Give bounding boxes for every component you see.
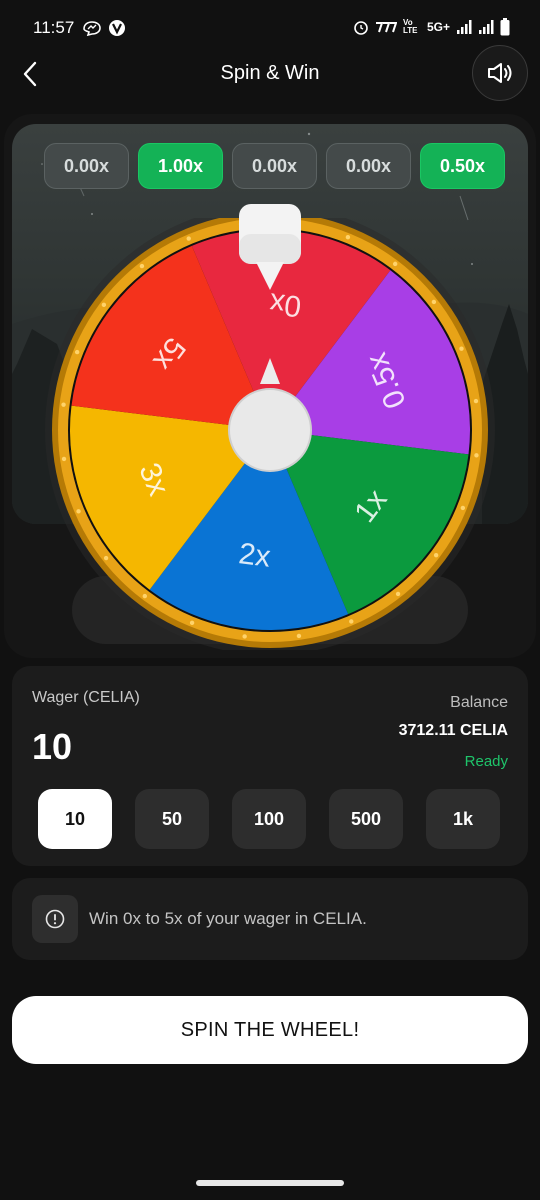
rim-light — [473, 398, 479, 404]
wager-option-50[interactable]: 50 — [135, 789, 209, 849]
rim-light — [392, 261, 398, 267]
wager-option-100[interactable]: 100 — [232, 789, 306, 849]
network-indicator: 5G+ — [426, 20, 450, 34]
rim-light — [395, 591, 401, 597]
messenger-icon — [83, 21, 101, 36]
battery-icon — [500, 18, 510, 36]
wheel-hub — [228, 388, 312, 472]
rim-light — [74, 349, 80, 355]
rim-light — [189, 620, 195, 626]
wager-amount: 10 — [32, 726, 73, 767]
wheel-pointer — [239, 204, 301, 290]
info-icon — [45, 909, 65, 929]
speaker-icon — [488, 63, 512, 83]
rim-light — [349, 619, 354, 624]
wager-option-1k[interactable]: 1k — [426, 789, 500, 849]
rim-light — [101, 302, 107, 308]
rim-light — [459, 346, 464, 351]
history-chip-label: 0.00x — [63, 155, 110, 176]
info-text: Win 0x to 5x of your wager in CELIA. — [89, 909, 367, 928]
rim-light — [474, 453, 479, 458]
wager-amount-options: 10 50 100 500 1k — [38, 789, 500, 849]
rim-light — [296, 633, 302, 639]
carrier-icon — [375, 22, 397, 33]
rim-light — [76, 509, 81, 514]
page-title: Spin & Win — [220, 62, 320, 84]
history-chip: 0.50x — [420, 143, 505, 189]
rim-light — [460, 505, 466, 511]
balance-value: 3712.11 CELIA — [398, 722, 508, 739]
wager-option-10[interactable]: 10 — [38, 789, 112, 849]
history-chip-label: 0.00x — [251, 155, 298, 176]
home-indicator[interactable] — [196, 1180, 344, 1186]
history-chip: 0.00x — [326, 143, 411, 189]
rim-light — [242, 634, 247, 639]
wager-option-500[interactable]: 500 — [329, 789, 403, 849]
history-chip-label: 1.00x — [157, 155, 204, 176]
signal-icon — [479, 20, 494, 34]
volte-indicator: Vo LTE — [402, 18, 418, 35]
rim-light — [61, 456, 67, 462]
status-time: 11:57 — [33, 18, 75, 37]
rim-light — [61, 402, 66, 407]
wager-label: Wager (CELIA) — [32, 689, 140, 706]
status-bar: 11:57 Vo LTE 5G+ — [0, 0, 540, 56]
history-chip-label: 0.00x — [345, 155, 392, 176]
history-chip-label: 0.50x — [439, 155, 486, 176]
history-chip: 1.00x — [138, 143, 223, 189]
spin-button[interactable]: SPIN THE WHEEL! — [12, 996, 528, 1064]
balance-label: Balance — [450, 694, 508, 711]
rim-light — [186, 236, 191, 241]
rim-light — [345, 234, 351, 240]
result-history: 0.00x 1.00x 0.00x 0.00x 0.50x — [44, 143, 505, 189]
history-chip: 0.00x — [232, 143, 317, 189]
rim-light — [433, 552, 439, 558]
status-text: Ready — [464, 753, 508, 770]
rim-light — [142, 593, 148, 599]
history-chip: 0.00x — [44, 143, 129, 189]
rim-light — [103, 555, 109, 561]
info-icon-box — [32, 895, 78, 943]
sound-toggle-button[interactable] — [472, 45, 528, 101]
rim-light — [139, 263, 145, 269]
alarm-icon — [354, 21, 368, 35]
rim-light — [431, 299, 437, 305]
vpn-icon — [109, 20, 125, 36]
wheel-segment-label: 2x — [237, 537, 272, 574]
signal-icon — [457, 20, 472, 34]
